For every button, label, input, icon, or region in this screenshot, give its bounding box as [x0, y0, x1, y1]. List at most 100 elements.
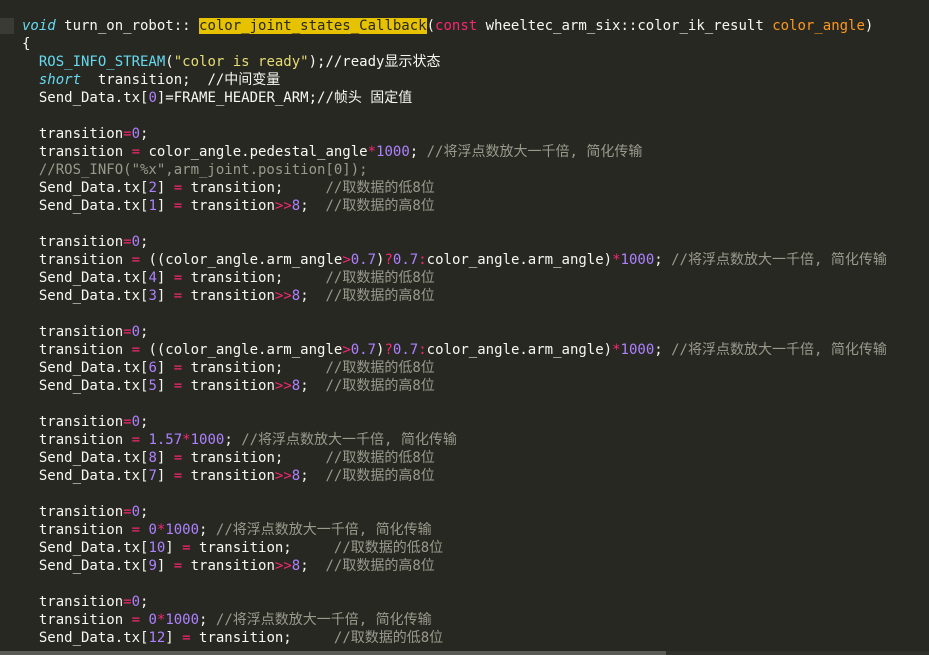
code-line[interactable]: Send_Data.tx[0]=FRAME_HEADER_ARM;//帧头 固定… — [22, 89, 887, 107]
code-token: transition; — [182, 360, 326, 376]
code-line[interactable]: transition=0; — [22, 413, 887, 431]
code-line[interactable]: //ROS_INFO("%x",arm_joint.position[0]); — [22, 161, 887, 179]
code-line[interactable]: transition = ((color_angle.arm_angle>0.7… — [22, 251, 887, 269]
code-line[interactable]: Send_Data.tx[9] = transition>>8; //取数据的高… — [22, 557, 887, 575]
code-line[interactable]: Send_Data.tx[8] = transition; //取数据的低8位 — [22, 449, 887, 467]
code-token: ] — [156, 288, 174, 304]
code-token: transition — [22, 342, 132, 358]
code-line[interactable]: ROS_INFO_STREAM("color is ready");//read… — [22, 53, 887, 71]
code-token: Send_Data.tx[ — [22, 198, 149, 214]
code-token: 8 — [148, 450, 157, 466]
code-token: ; — [140, 504, 149, 520]
code-token: //将浮点数放大一千倍, 简化传输 — [215, 612, 432, 628]
code-line[interactable] — [22, 395, 887, 413]
code-token: transition — [22, 324, 124, 340]
code-token: = — [131, 144, 141, 160]
code-line[interactable]: transition = 1.57*1000; //将浮点数放大一千倍, 简化传… — [22, 431, 887, 449]
code-line[interactable]: transition = color_angle.pedestal_angle*… — [22, 143, 887, 161]
code-token: ; — [654, 342, 672, 358]
horizontal-scrollbar[interactable] — [0, 651, 929, 655]
code-line[interactable]: Send_Data.tx[3] = transition>>8; //取数据的高… — [22, 287, 887, 305]
code-token: color_angle.pedestal_angle — [140, 144, 368, 160]
code-token: ] — [156, 558, 174, 574]
code-line[interactable]: Send_Data.tx[12] = transition; //取数据的低8位 — [22, 629, 887, 647]
code-token: ; — [300, 288, 326, 304]
code-line[interactable]: Send_Data.tx[5] = transition>>8; //取数据的高… — [22, 377, 887, 395]
code-token: //取数据的低8位 — [325, 360, 435, 376]
code-line[interactable]: { — [22, 35, 887, 53]
code-line[interactable]: transition = 0*1000; //将浮点数放大一千倍, 简化传输 — [22, 521, 887, 539]
code-token: 6 — [148, 360, 157, 376]
code-token: 9 — [148, 558, 157, 574]
code-line[interactable] — [22, 305, 887, 323]
code-token: = — [123, 414, 132, 430]
code-line[interactable]: Send_Data.tx[10] = transition; //取数据的低8位 — [22, 539, 887, 557]
code-token: 8 — [291, 468, 301, 484]
code-line[interactable]: transition=0; — [22, 323, 887, 341]
current-line-gutter-marker — [0, 18, 14, 34]
code-token: Send_Data.tx[ — [22, 378, 149, 394]
code-line[interactable]: short transition; //中间变量 — [22, 71, 887, 89]
horizontal-scrollbar-thumb[interactable] — [0, 651, 666, 655]
code-token: 0 — [131, 504, 141, 520]
code-line[interactable]: transition=0; — [22, 593, 887, 611]
code-line[interactable]: Send_Data.tx[6] = transition; //取数据的低8位 — [22, 359, 887, 377]
code-token: transition — [22, 504, 124, 520]
code-token: >> — [274, 288, 292, 304]
code-token: ; — [300, 198, 326, 214]
code-token: = — [131, 522, 141, 538]
code-token: ( — [165, 54, 174, 70]
code-line[interactable] — [22, 215, 887, 233]
code-token: 1000 — [190, 432, 225, 448]
code-token: transition — [182, 468, 275, 484]
code-token: transition — [182, 558, 275, 574]
code-token: = — [123, 324, 132, 340]
code-token: 1 — [148, 198, 157, 214]
code-token: ((color_angle.arm_angle — [140, 252, 343, 268]
code-token: transition; — [182, 450, 326, 466]
code-token: ] — [165, 630, 183, 646]
code-token: transition — [22, 126, 124, 142]
code-token: ] — [156, 450, 174, 466]
code-token: = — [173, 468, 183, 484]
code-line[interactable]: Send_Data.tx[4] = transition; //取数据的低8位 — [22, 269, 887, 287]
code-token: //将浮点数放大一千倍, 简化传输 — [241, 432, 457, 448]
code-line[interactable]: transition = 0*1000; //将浮点数放大一千倍, 简化传输 — [22, 611, 887, 629]
code-token: //取数据的高8位 — [325, 558, 435, 574]
code-token: ; — [300, 468, 326, 484]
code-token: ? — [384, 342, 393, 358]
code-token: ; — [199, 522, 216, 538]
code-token: 8 — [291, 558, 301, 574]
code-token: ( — [426, 18, 436, 34]
code-token: = — [131, 612, 141, 628]
code-line[interactable]: transition = ((color_angle.arm_angle>0.7… — [22, 341, 887, 359]
code-token: = — [123, 594, 132, 610]
code-line[interactable] — [22, 575, 887, 593]
code-token: Send_Data.tx[ — [22, 540, 149, 556]
code-token: "color is ready" — [173, 54, 309, 70]
code-token: { — [22, 36, 31, 52]
code-line[interactable]: transition=0; — [22, 503, 887, 521]
code-line[interactable]: Send_Data.tx[1] = transition>>8; //取数据的高… — [22, 197, 887, 215]
code-token: Send_Data.tx[ — [22, 90, 149, 106]
code-line[interactable] — [22, 107, 887, 125]
code-line[interactable]: void turn_on_robot:: color_joint_states_… — [22, 17, 887, 35]
code-line[interactable] — [22, 485, 887, 503]
code-editor[interactable]: void turn_on_robot:: color_joint_states_… — [0, 0, 929, 655]
code-line[interactable]: transition=0; — [22, 125, 887, 143]
code-token: ; — [224, 432, 242, 448]
code-line[interactable]: Send_Data.tx[2] = transition; //取数据的低8位 — [22, 179, 887, 197]
code-line[interactable]: Send_Data.tx[7] = transition>>8; //取数据的高… — [22, 467, 887, 485]
code-token: transition — [22, 594, 124, 610]
code-token: 0 — [148, 612, 157, 628]
code-line[interactable]: transition=0; — [22, 233, 887, 251]
code-token: >> — [274, 468, 292, 484]
code-area[interactable]: void turn_on_robot:: color_joint_states_… — [22, 17, 887, 647]
code-token: 0 — [131, 414, 141, 430]
code-token: //取数据的高8位 — [325, 468, 435, 484]
code-token: transition; — [182, 180, 326, 196]
code-token: * — [182, 432, 191, 448]
code-token: //取数据的低8位 — [325, 270, 435, 286]
